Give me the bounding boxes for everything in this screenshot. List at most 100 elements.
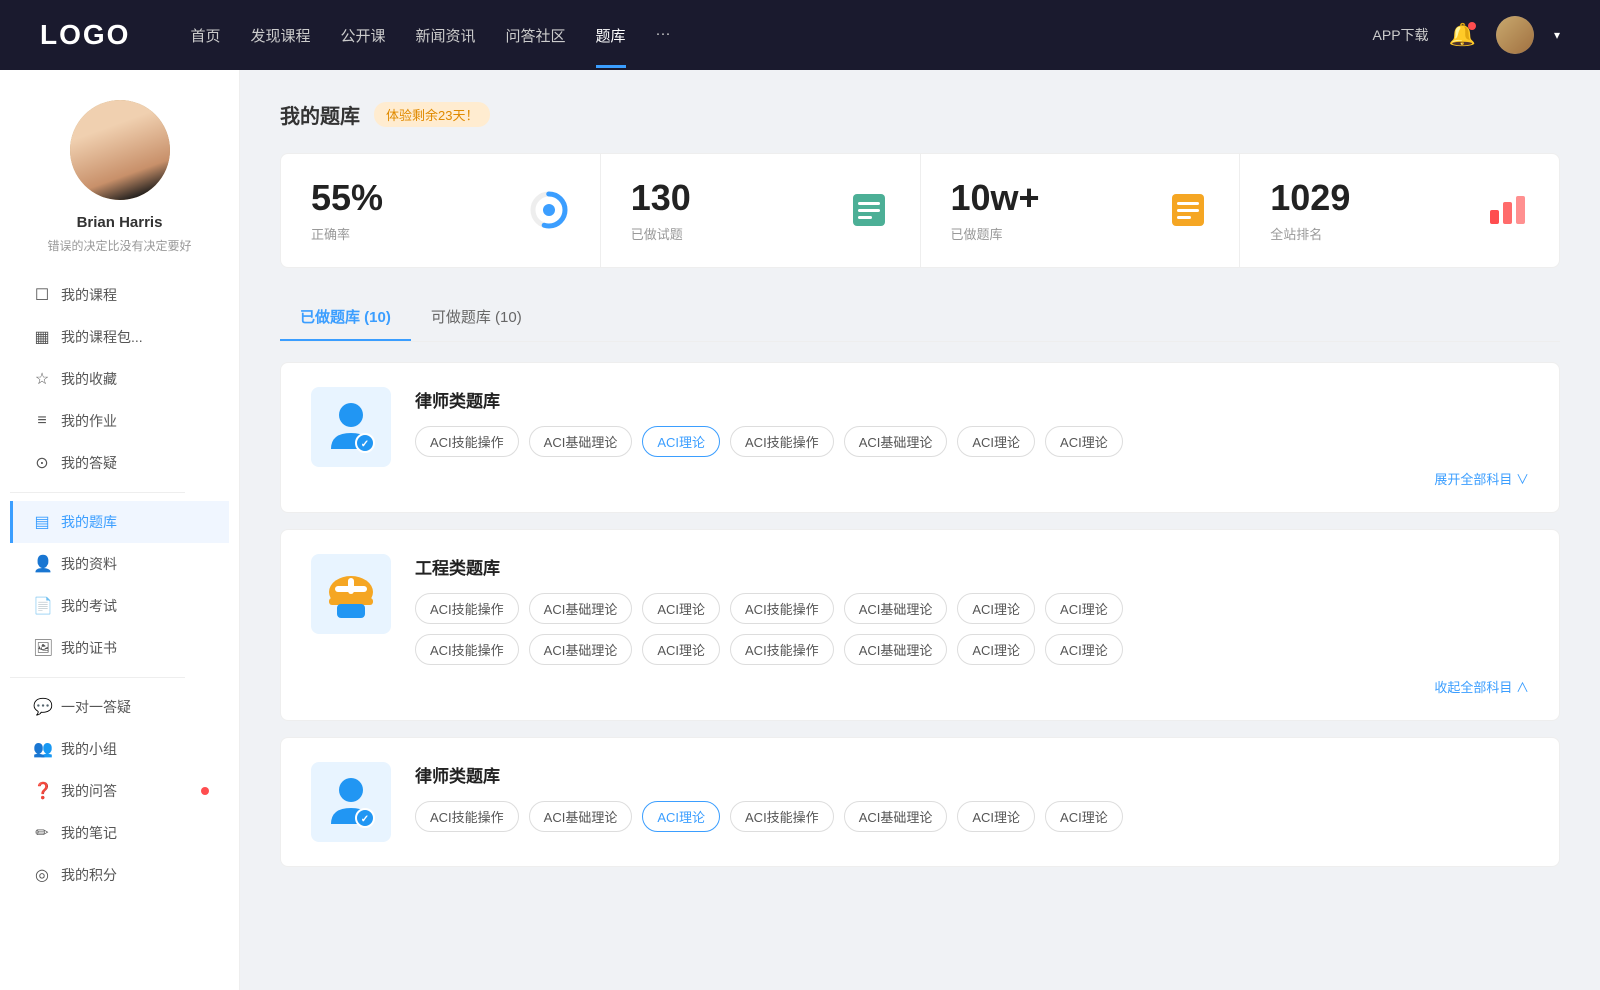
sidebar-item-certificate[interactable]: 🖼 我的证书 bbox=[10, 627, 229, 669]
tutoring-icon: 💬 bbox=[33, 697, 51, 717]
qbank-tag[interactable]: ACI理论 bbox=[957, 634, 1035, 665]
page-title: 我的题库 bbox=[280, 100, 360, 129]
course-package-icon: ▦ bbox=[33, 327, 51, 347]
points-icon: ◎ bbox=[33, 865, 51, 885]
qbank-tag[interactable]: ACI基础理论 bbox=[844, 801, 948, 832]
tab-done-banks[interactable]: 已做题库 (10) bbox=[280, 296, 411, 341]
qbank-tag[interactable]: ACI基础理论 bbox=[529, 634, 633, 665]
sidebar-menu: ☐ 我的课程 ▦ 我的课程包... ☆ 我的收藏 ≡ 我的作业 ⊙ 我的答疑 ▤ bbox=[0, 274, 239, 896]
qbank-tag[interactable]: ACI理论 bbox=[1045, 634, 1123, 665]
qbank-tag[interactable]: ACI技能操作 bbox=[415, 634, 519, 665]
qbank-tag[interactable]: ACI理论 bbox=[957, 593, 1035, 624]
qbank-card-engineering: 工程类题库 ACI技能操作 ACI基础理论 ACI理论 ACI技能操作 ACI基… bbox=[280, 529, 1560, 721]
qbank-tag[interactable]: ACI基础理论 bbox=[844, 593, 948, 624]
nav-qbank[interactable]: 题库 bbox=[596, 21, 626, 50]
qbank-tag[interactable]: ACI理论 bbox=[1045, 801, 1123, 832]
certificate-icon: 🖼 bbox=[33, 638, 51, 658]
sidebar-item-exam[interactable]: 📄 我的考试 bbox=[10, 585, 229, 627]
qbank-tag[interactable]: ACI技能操作 bbox=[730, 634, 834, 665]
nav-menu: 首页 发现课程 公开课 新闻资讯 问答社区 题库 ··· bbox=[190, 21, 1372, 50]
qbank-tag[interactable]: ACI基础理论 bbox=[529, 426, 633, 457]
qbank-tag[interactable]: ACI基础理论 bbox=[844, 426, 948, 457]
sidebar-item-my-courses[interactable]: ☐ 我的课程 bbox=[10, 274, 229, 316]
sidebar-item-course-package[interactable]: ▦ 我的课程包... bbox=[10, 316, 229, 358]
group-label: 我的小组 bbox=[61, 739, 117, 759]
qbank-tag[interactable]: ACI技能操作 bbox=[415, 801, 519, 832]
qbank-tag[interactable]: ACI理论 bbox=[957, 801, 1035, 832]
app-download-button[interactable]: APP下载 bbox=[1373, 25, 1429, 45]
exam-icon: 📄 bbox=[33, 596, 51, 616]
qbank-tag[interactable]: ACI技能操作 bbox=[730, 426, 834, 457]
sidebar-item-group[interactable]: 👥 我的小组 bbox=[10, 728, 229, 770]
nav-more[interactable]: ··· bbox=[656, 21, 671, 50]
qbank-tag[interactable]: ACI基础理论 bbox=[844, 634, 948, 665]
sidebar-item-points[interactable]: ◎ 我的积分 bbox=[10, 854, 229, 896]
my-qa-label: 我的问答 bbox=[61, 781, 117, 801]
stat-done-icon bbox=[848, 189, 890, 231]
qbank-tag[interactable]: ACI理论 bbox=[1045, 593, 1123, 624]
qbank-icon-engineering bbox=[311, 554, 391, 634]
qbank-icon-lawyer2: ✓ bbox=[311, 762, 391, 842]
nav-courses[interactable]: 发现课程 bbox=[250, 21, 310, 50]
sidebar-item-my-qa[interactable]: ❓ 我的问答 bbox=[10, 770, 229, 812]
group-icon: 👥 bbox=[33, 739, 51, 759]
sidebar-item-qbank[interactable]: ▤ 我的题库 bbox=[10, 501, 229, 543]
sidebar-item-homework[interactable]: ≡ 我的作业 bbox=[10, 400, 229, 442]
notification-bell[interactable]: 🔔 bbox=[1449, 22, 1476, 48]
qbank-icon: ▤ bbox=[33, 512, 51, 532]
sidebar-item-profile[interactable]: 👤 我的资料 bbox=[10, 543, 229, 585]
qbank-tags-engineering-row1: ACI技能操作 ACI基础理论 ACI理论 ACI技能操作 ACI基础理论 AC… bbox=[415, 593, 1529, 624]
stat-accuracy-icon bbox=[528, 189, 570, 231]
qbank-content-engineering: 工程类题库 ACI技能操作 ACI基础理论 ACI理论 ACI技能操作 ACI基… bbox=[415, 554, 1529, 696]
nav-home[interactable]: 首页 bbox=[190, 21, 220, 50]
qbank-card-lawyer2: ✓ 律师类题库 ACI技能操作 ACI基础理论 ACI理论 ACI技能操作 AC… bbox=[280, 737, 1560, 867]
stat-done-banks: 10w+ 已做题库 bbox=[921, 154, 1241, 267]
svg-text:✓: ✓ bbox=[361, 814, 369, 825]
qbank-tag[interactable]: ACI技能操作 bbox=[415, 426, 519, 457]
stats-row: 55% 正确率 130 已做试题 bbox=[280, 153, 1560, 268]
profile-icon: 👤 bbox=[33, 554, 51, 574]
qbank-tag[interactable]: ACI技能操作 bbox=[730, 801, 834, 832]
qbank-tags-lawyer1: ACI技能操作 ACI基础理论 ACI理论 ACI技能操作 ACI基础理论 AC… bbox=[415, 426, 1529, 457]
stat-done-left: 130 已做试题 bbox=[631, 178, 691, 243]
questions-label: 我的答疑 bbox=[61, 453, 117, 473]
qbank-card-engineering-row: 工程类题库 ACI技能操作 ACI基础理论 ACI理论 ACI技能操作 ACI基… bbox=[311, 554, 1529, 696]
sidebar-divider-1 bbox=[10, 492, 185, 493]
qbank-tag[interactable]: ACI技能操作 bbox=[730, 593, 834, 624]
stat-ranking-label: 全站排名 bbox=[1270, 224, 1350, 243]
nav-news[interactable]: 新闻资讯 bbox=[416, 21, 476, 50]
qbank-tag[interactable]: ACI理论 bbox=[957, 426, 1035, 457]
qbank-tag[interactable]: ACI基础理论 bbox=[529, 801, 633, 832]
qbank-tag[interactable]: ACI基础理论 bbox=[529, 593, 633, 624]
qbank-expand-lawyer1[interactable]: 展开全部科目 ∨ bbox=[415, 469, 1529, 488]
stat-ranking: 1029 全站排名 bbox=[1240, 154, 1559, 267]
qbank-tags-lawyer2: ACI技能操作 ACI基础理论 ACI理论 ACI技能操作 ACI基础理论 AC… bbox=[415, 801, 1529, 832]
qbank-collapse-engineering[interactable]: 收起全部科目 ∧ bbox=[415, 677, 1529, 696]
qbank-tag-active[interactable]: ACI理论 bbox=[642, 801, 720, 832]
tab-available-banks[interactable]: 可做题库 (10) bbox=[411, 296, 542, 341]
qbank-tags-engineering-row2: ACI技能操作 ACI基础理论 ACI理论 ACI技能操作 ACI基础理论 AC… bbox=[415, 634, 1529, 665]
qbank-label: 我的题库 bbox=[61, 512, 117, 532]
logo: LOGO bbox=[40, 19, 130, 51]
qbank-title-lawyer2: 律师类题库 bbox=[415, 762, 1529, 787]
sidebar-item-questions[interactable]: ⊙ 我的答疑 bbox=[10, 442, 229, 484]
stat-done-questions: 130 已做试题 bbox=[601, 154, 921, 267]
stat-done-value: 130 bbox=[631, 178, 691, 218]
nav-open-course[interactable]: 公开课 bbox=[340, 21, 385, 50]
sidebar-item-favorites[interactable]: ☆ 我的收藏 bbox=[10, 358, 229, 400]
tabs-row: 已做题库 (10) 可做题库 (10) bbox=[280, 296, 1560, 342]
nav-qa[interactable]: 问答社区 bbox=[506, 21, 566, 50]
user-menu-chevron[interactable]: ▾ bbox=[1554, 28, 1560, 42]
qbank-tag-active[interactable]: ACI理论 bbox=[642, 426, 720, 457]
qbank-title-engineering: 工程类题库 bbox=[415, 554, 1529, 579]
qbank-tag[interactable]: ACI理论 bbox=[642, 634, 720, 665]
user-avatar[interactable] bbox=[1496, 16, 1534, 54]
sidebar-item-notes[interactable]: ✏ 我的笔记 bbox=[10, 812, 229, 854]
sidebar-item-tutoring[interactable]: 💬 一对一答疑 bbox=[10, 686, 229, 728]
qbank-tag[interactable]: ACI理论 bbox=[642, 593, 720, 624]
qbank-tag[interactable]: ACI理论 bbox=[1045, 426, 1123, 457]
stat-accuracy-label: 正确率 bbox=[311, 224, 383, 243]
qbank-tag[interactable]: ACI技能操作 bbox=[415, 593, 519, 624]
my-courses-label: 我的课程 bbox=[61, 285, 117, 305]
favorites-label: 我的收藏 bbox=[61, 369, 117, 389]
